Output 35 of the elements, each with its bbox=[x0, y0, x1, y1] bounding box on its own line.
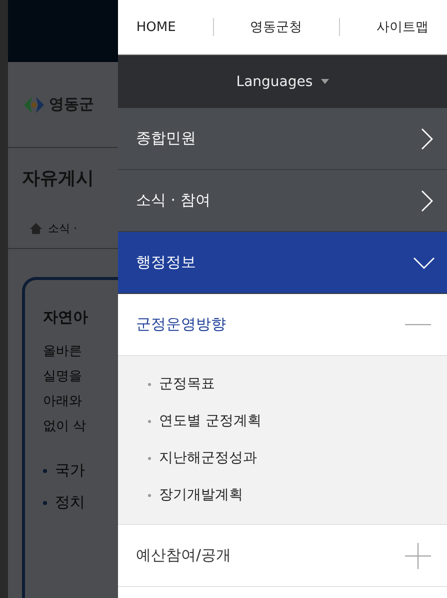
bullet-dot bbox=[148, 494, 151, 497]
caret-icon bbox=[320, 79, 329, 84]
logo-icon bbox=[22, 94, 46, 114]
menu-item[interactable]: 소식 · 참여 bbox=[118, 170, 447, 232]
chevron-right-icon bbox=[421, 128, 433, 150]
bullet-text: 국가 bbox=[55, 461, 85, 480]
languages-button[interactable]: Languages bbox=[118, 55, 447, 108]
paragraph-line: 없이 삭 bbox=[43, 418, 88, 436]
top-link[interactable]: 사이트맵 bbox=[376, 18, 429, 36]
submenu-link[interactable]: 장기개발계획 bbox=[159, 485, 243, 506]
paragraph-line: 아래와 bbox=[43, 393, 83, 411]
menu-item[interactable]: 종합민원 bbox=[118, 108, 447, 170]
card-heading: 자연아 bbox=[43, 308, 89, 327]
submenu-link[interactable]: 군정목표 bbox=[159, 374, 215, 395]
bullet-text: 정치 bbox=[55, 493, 85, 512]
home-icon bbox=[30, 222, 42, 234]
menu-item[interactable]: 행정정보 bbox=[118, 232, 447, 294]
paragraph-line: 실명을 bbox=[43, 368, 83, 386]
chevron-right-icon bbox=[421, 190, 433, 212]
chevron-down-icon bbox=[413, 256, 435, 268]
bullet-dot bbox=[43, 500, 47, 504]
logo-text: 영동군 bbox=[49, 95, 94, 114]
top-link[interactable]: HOME bbox=[136, 20, 176, 34]
bullet-dot bbox=[148, 457, 151, 460]
page-title: 자유게시 bbox=[22, 167, 94, 190]
bullet-dot bbox=[148, 383, 151, 386]
plus-icon bbox=[405, 542, 431, 568]
paragraph-line: 올바른 bbox=[43, 343, 83, 361]
bullet-dot bbox=[43, 468, 47, 472]
submenu-link[interactable]: 지난해군정성과 bbox=[159, 448, 257, 469]
top-link[interactable]: 영동군청 bbox=[250, 18, 302, 36]
breadcrumb: 소식 · bbox=[48, 220, 77, 236]
minus-icon bbox=[405, 324, 431, 326]
bullet-dot bbox=[148, 420, 151, 423]
submenu-link[interactable]: 연도별 군정계획 bbox=[159, 411, 262, 432]
